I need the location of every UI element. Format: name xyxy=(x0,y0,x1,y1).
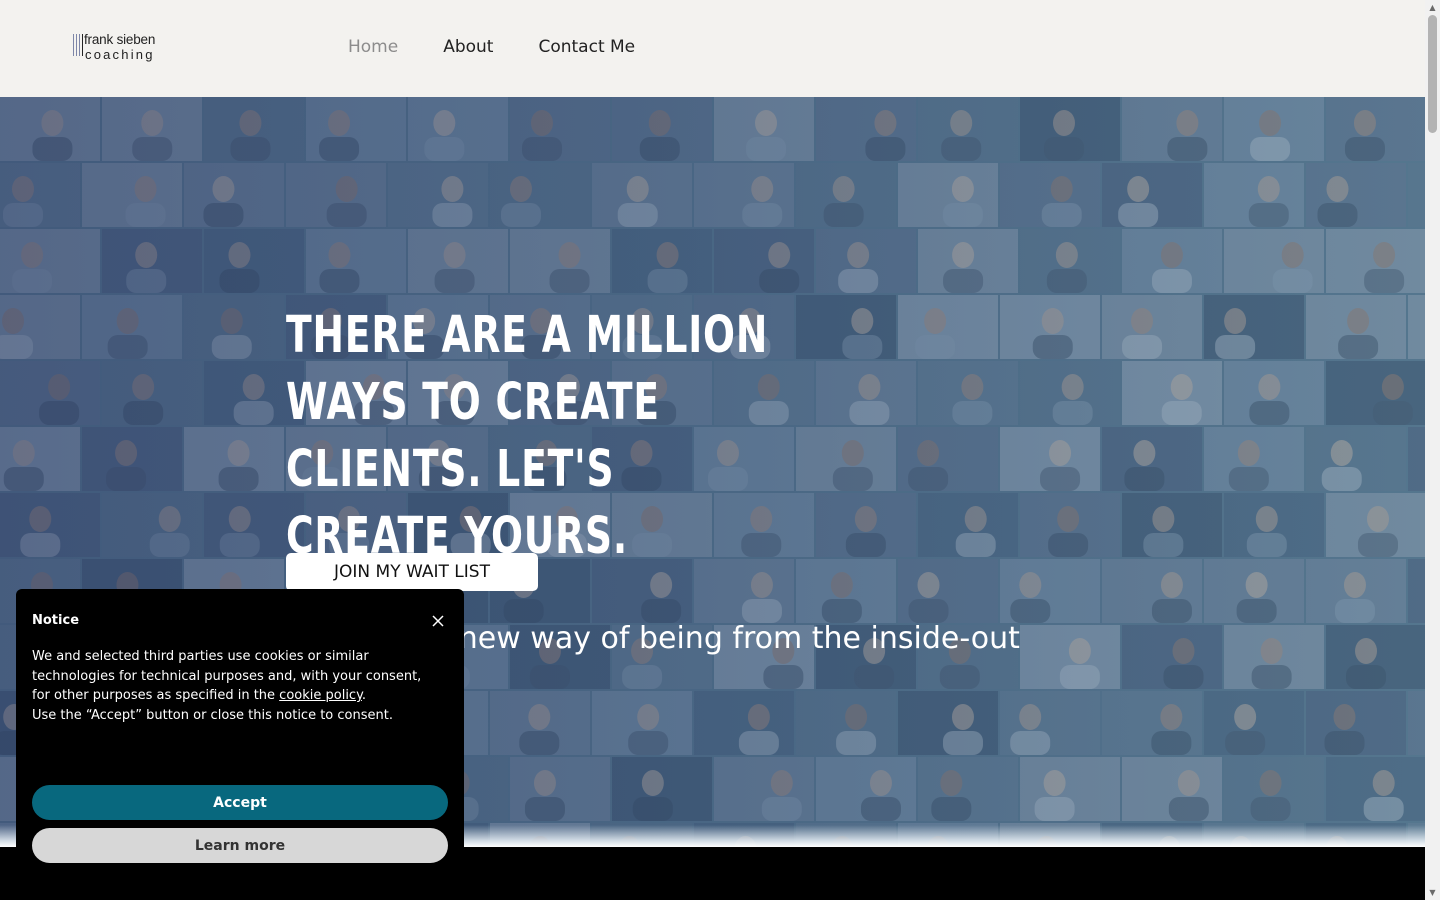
nav-contact-me[interactable]: Contact Me xyxy=(538,37,635,57)
notice-text-second: Use the “Accept” button or close this no… xyxy=(32,707,393,723)
site-header: frank sieben coaching Home About Contact… xyxy=(0,0,1425,97)
page-scrollbar[interactable]: ▲ ▼ xyxy=(1425,0,1440,900)
nav-about[interactable]: About xyxy=(443,37,493,57)
cookie-policy-link[interactable]: cookie policy xyxy=(279,688,362,703)
notice-body: We and selected third parties use cookie… xyxy=(32,647,424,725)
notice-title: Notice xyxy=(32,613,80,628)
accept-button[interactable]: Accept xyxy=(32,785,448,820)
page: frank sieben coaching Home About Contact… xyxy=(0,0,1425,900)
close-icon[interactable] xyxy=(428,611,448,631)
site-logo[interactable]: frank sieben coaching xyxy=(73,33,163,65)
logo-wordmark: frank sieben coaching xyxy=(84,33,155,61)
cookie-notice: Notice We and selected third parties use… xyxy=(16,589,464,900)
logo-name: frank sieben xyxy=(84,32,156,47)
scroll-down-arrow-icon[interactable]: ▼ xyxy=(1425,885,1440,900)
hero-headline: There are a million ways to create clien… xyxy=(286,306,769,566)
scroll-thumb[interactable] xyxy=(1428,15,1437,133)
learn-more-button[interactable]: Learn more xyxy=(32,828,448,863)
main-nav: Home About Contact Me xyxy=(348,37,680,57)
logo-subtitle: coaching xyxy=(85,46,155,62)
notice-text-part2: . xyxy=(361,688,367,704)
logo-mark-icon xyxy=(73,34,83,56)
scroll-up-arrow-icon[interactable]: ▲ xyxy=(1425,0,1440,15)
join-wait-list-button[interactable]: JOIN MY WAIT LIST xyxy=(286,553,538,591)
nav-home[interactable]: Home xyxy=(348,37,398,57)
